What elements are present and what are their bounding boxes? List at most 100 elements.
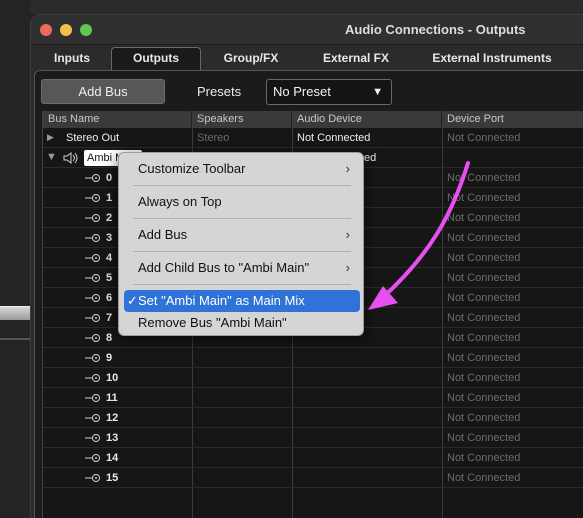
- tab-group-fx[interactable]: Group/FX: [207, 48, 295, 69]
- background-divider: [0, 338, 30, 340]
- minimize-window-button[interactable]: [60, 24, 72, 36]
- presets-label: Presets: [197, 84, 242, 99]
- channel-number: 2: [106, 212, 113, 224]
- menu-item-add-child-bus[interactable]: Add Child Bus to "Ambi Main" ›: [124, 257, 360, 279]
- device-port-value[interactable]: Not Connected: [447, 208, 520, 228]
- table-row-channel[interactable]: 11 Not Connected: [43, 388, 583, 408]
- menu-item-customize-toolbar[interactable]: Customize Toolbar ›: [124, 158, 360, 180]
- device-port-value[interactable]: Not Connected: [447, 228, 520, 248]
- speaker-icon: [63, 152, 78, 164]
- device-port-value[interactable]: Not Connected: [447, 128, 520, 148]
- menu-item-set-main-mix[interactable]: ✓ Set "Ambi Main" as Main Mix: [124, 290, 360, 312]
- tab-external-fx[interactable]: External FX: [299, 48, 413, 69]
- channel-number: 14: [106, 452, 119, 464]
- chevron-right-icon: ›: [345, 161, 350, 176]
- output-channel-icon: [85, 434, 100, 442]
- channel-number: 13: [106, 432, 119, 444]
- channel-number: 8: [106, 332, 113, 344]
- table-row-stereo-out[interactable]: ▶ Stereo Out Stereo Not Connected Not Co…: [43, 128, 583, 148]
- chevron-right-icon: ›: [345, 260, 350, 275]
- preset-value: No Preset: [273, 84, 331, 99]
- speakers-value: Stereo: [197, 132, 230, 144]
- output-channel-icon: [85, 254, 100, 262]
- output-channel-icon: [85, 214, 100, 222]
- background-fader: [0, 306, 30, 320]
- output-channel-icon: [85, 194, 100, 202]
- device-port-value[interactable]: Not Connected: [447, 368, 520, 388]
- chevron-down-icon: ▼: [372, 86, 383, 98]
- table-row-channel[interactable]: 10 Not Connected: [43, 368, 583, 388]
- output-channel-icon: [85, 394, 100, 402]
- preset-dropdown[interactable]: No Preset ▼: [266, 79, 392, 105]
- tab-external-instruments[interactable]: External Instruments: [417, 48, 567, 69]
- output-channel-icon: [85, 334, 100, 342]
- output-channel-icon: [85, 294, 100, 302]
- output-channel-icon: [85, 354, 100, 362]
- expand-triangle-icon[interactable]: ▶: [47, 132, 54, 143]
- table-row-channel[interactable]: 14 Not Connected: [43, 448, 583, 468]
- audio-device-value[interactable]: ed: [364, 148, 376, 168]
- output-channel-icon: [85, 474, 100, 482]
- column-header-device-port[interactable]: Device Port: [442, 111, 583, 128]
- add-bus-button[interactable]: Add Bus: [41, 79, 165, 104]
- checkmark-icon: ✓: [127, 293, 138, 308]
- column-header-bus-name[interactable]: Bus Name: [43, 111, 192, 128]
- device-port-value[interactable]: Not Connected: [447, 188, 520, 208]
- tab-inputs[interactable]: Inputs: [37, 48, 107, 69]
- channel-number: 3: [106, 232, 113, 244]
- tab-outputs[interactable]: Outputs: [111, 47, 201, 70]
- table-row-channel[interactable]: 15 Not Connected: [43, 468, 583, 488]
- output-channel-icon: [85, 414, 100, 422]
- menu-item-label: Always on Top: [138, 194, 222, 209]
- close-window-button[interactable]: [40, 24, 52, 36]
- output-channel-icon: [85, 174, 100, 182]
- output-channel-icon: [85, 374, 100, 382]
- table-row-channel[interactable]: 12 Not Connected: [43, 408, 583, 428]
- channel-number: 1: [106, 192, 113, 204]
- device-port-value[interactable]: Not Connected: [447, 308, 520, 328]
- chevron-right-icon: ›: [345, 227, 350, 242]
- menu-item-remove-bus[interactable]: Remove Bus "Ambi Main": [124, 312, 360, 334]
- device-port-value[interactable]: Not Connected: [447, 388, 520, 408]
- table-row-channel[interactable]: 13 Not Connected: [43, 428, 583, 448]
- tab-bar: Inputs Outputs Group/FX External FX Exte…: [31, 45, 583, 70]
- table-row-channel[interactable]: 9 Not Connected: [43, 348, 583, 368]
- menu-separator: [133, 185, 351, 186]
- device-port-value[interactable]: Not Connected: [447, 408, 520, 428]
- context-menu: Customize Toolbar › Always on Top Add Bu…: [118, 152, 364, 336]
- menu-item-label: Set "Ambi Main" as Main Mix: [138, 293, 305, 308]
- window-title: Audio Connections - Outputs: [345, 22, 526, 37]
- background-window-edge: [0, 0, 30, 518]
- menu-item-add-bus[interactable]: Add Bus ›: [124, 224, 360, 246]
- device-port-value[interactable]: Not Connected: [447, 248, 520, 268]
- menu-separator: [133, 218, 351, 219]
- device-port-value[interactable]: Not Connected: [447, 448, 520, 468]
- device-port-value[interactable]: Not Connected: [447, 288, 520, 308]
- menu-separator: [133, 251, 351, 252]
- channel-number: 10: [106, 372, 119, 384]
- menu-separator: [133, 284, 351, 285]
- device-port-value[interactable]: Not Connected: [447, 428, 520, 448]
- channel-number: 7: [106, 312, 113, 324]
- device-port-value[interactable]: Not Connected: [447, 328, 520, 348]
- audio-device-value[interactable]: Not Connected: [297, 128, 370, 148]
- device-port-value[interactable]: Not Connected: [447, 268, 520, 288]
- channel-number: 5: [106, 272, 113, 284]
- bus-name: Stereo Out: [66, 132, 120, 144]
- column-header-speakers[interactable]: Speakers: [192, 111, 292, 128]
- column-header-audio-device[interactable]: Audio Device: [292, 111, 442, 128]
- channel-number: 9: [106, 352, 113, 364]
- output-channel-icon: [85, 454, 100, 462]
- zoom-window-button[interactable]: [80, 24, 92, 36]
- title-bar: Audio Connections - Outputs: [31, 15, 583, 45]
- menu-item-label: Add Child Bus to "Ambi Main": [138, 260, 310, 275]
- desktop-background: [0, 0, 583, 14]
- device-port-value[interactable]: Not Connected: [447, 348, 520, 368]
- collapse-triangle-icon[interactable]: ▼: [46, 151, 57, 163]
- output-channel-icon: [85, 314, 100, 322]
- device-port-value[interactable]: Not Connected: [447, 468, 520, 488]
- device-port-value[interactable]: Not Connected: [447, 168, 520, 188]
- menu-item-label: Customize Toolbar: [138, 161, 246, 176]
- channel-number: 4: [106, 252, 113, 264]
- menu-item-always-on-top[interactable]: Always on Top: [124, 191, 360, 213]
